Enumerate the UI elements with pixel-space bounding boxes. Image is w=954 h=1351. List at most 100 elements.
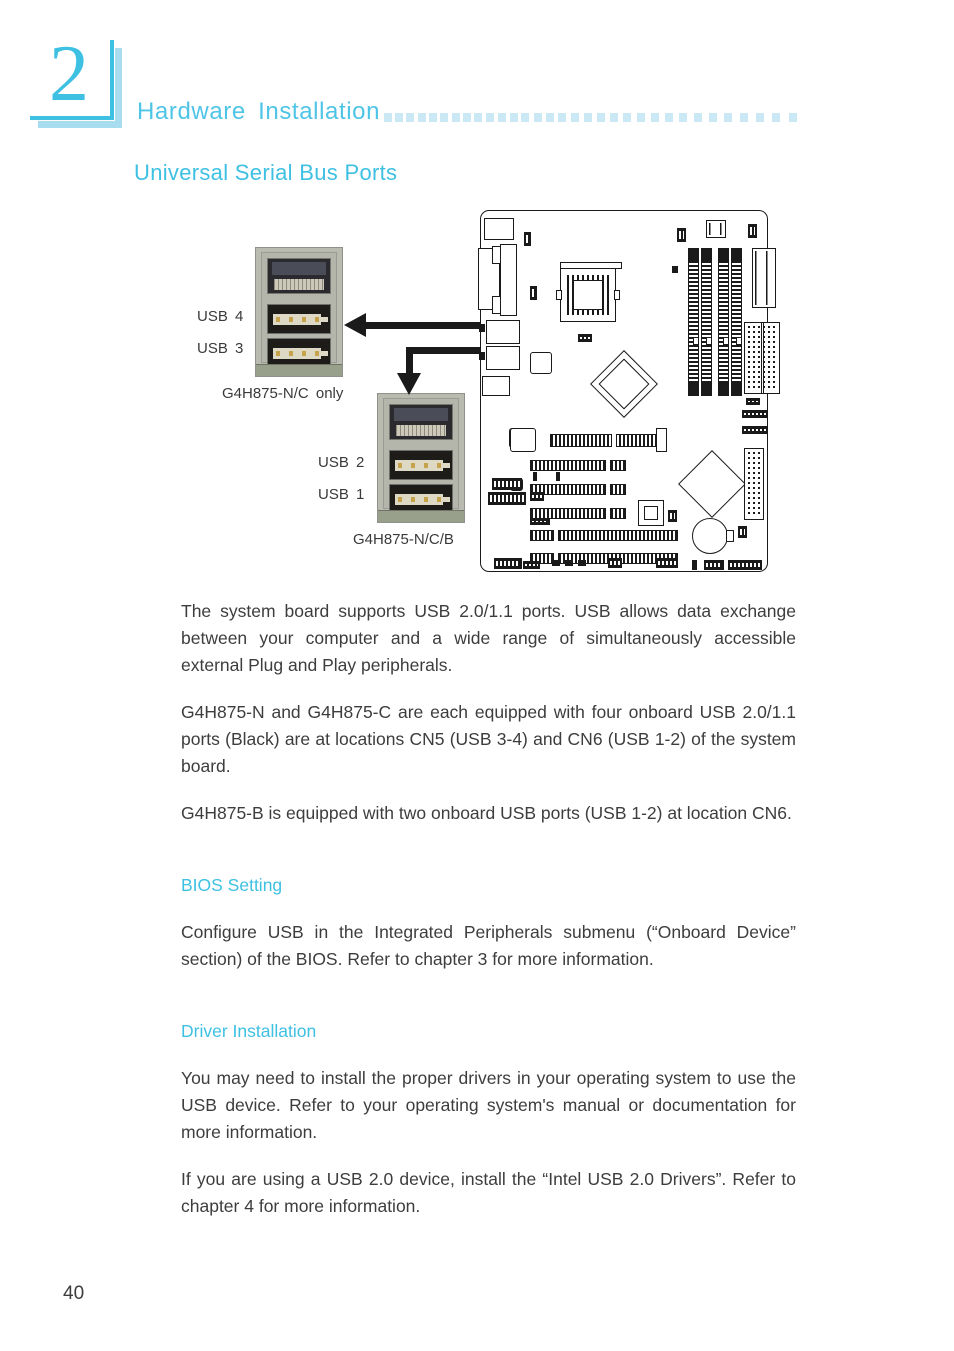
driver-installation-heading: Driver Installation xyxy=(181,1021,317,1041)
header-dot xyxy=(545,113,554,122)
header-dot xyxy=(570,113,579,122)
page-title: Universal Serial Bus Ports xyxy=(134,160,398,185)
header-dot xyxy=(462,113,471,122)
io-usb-stack-cn5 xyxy=(486,320,520,344)
header-dot xyxy=(664,113,673,122)
atx-power-connector xyxy=(752,248,776,308)
page-number: 40 xyxy=(63,1283,85,1304)
header-dot xyxy=(533,113,542,122)
header-dot xyxy=(650,113,659,122)
io-ps2-connector xyxy=(484,218,514,240)
io-marker-upper xyxy=(479,324,485,332)
header-dot xyxy=(709,113,718,122)
chapter-number-badge: 2 xyxy=(30,30,122,128)
front-audio-connector xyxy=(488,492,526,505)
wake-header xyxy=(530,518,550,525)
battery-tab xyxy=(726,530,734,542)
header-dot xyxy=(724,113,733,122)
cpu-socket-lever-left xyxy=(556,290,562,300)
usb-ports-figure: USB 4 USB 3 G4H875-N/C only USB 2 USB 1 … xyxy=(0,195,954,585)
paragraph-usb-overview: The system board supports USB 2.0/1.1 po… xyxy=(181,601,796,675)
paragraph-driver-install: You may need to install the proper drive… xyxy=(181,1068,796,1142)
paragraph-usb20-drivers: If you are using a USB 2.0 device, insta… xyxy=(181,1169,796,1216)
usb-bottom-caption: G4H875-N/C/B xyxy=(353,531,454,548)
header-dot xyxy=(395,113,404,122)
usb-port-upper-icon xyxy=(267,304,331,334)
dimm-slot-2 xyxy=(701,248,712,396)
callout-arrow-top-shaft xyxy=(366,322,483,329)
usb-port-photo-top xyxy=(255,247,343,377)
lan-port-icon xyxy=(389,404,453,440)
header-dot xyxy=(679,113,688,122)
header-dot xyxy=(636,113,645,122)
atx-12v-connector xyxy=(706,220,726,238)
header-dot xyxy=(596,113,605,122)
header-dot xyxy=(772,113,781,122)
chapter-header: 2 Hardware Installation xyxy=(0,0,954,150)
bottom-marker xyxy=(692,560,697,570)
callout-arrow-top-head xyxy=(344,313,366,337)
dimm-slot-1 xyxy=(688,248,699,396)
header-right-1 xyxy=(742,410,768,418)
bottom-jumper-1 xyxy=(552,560,560,566)
header-dot xyxy=(497,113,506,122)
front-panel-audio-header xyxy=(492,478,522,490)
header-dot xyxy=(451,113,460,122)
header-dot xyxy=(428,113,437,122)
fdd-connector xyxy=(746,398,760,405)
paragraph-bios-setting: Configure USB in the Integrated Peripher… xyxy=(181,922,796,969)
dimm-slot-3 xyxy=(718,248,729,396)
ir-header xyxy=(728,560,762,570)
cmos-battery xyxy=(692,518,728,554)
header-dot xyxy=(406,113,415,122)
southbridge-marker xyxy=(668,510,677,522)
port-base xyxy=(378,510,464,522)
usb4-label: USB 4 xyxy=(197,308,244,325)
usb2-label: USB 2 xyxy=(318,454,365,471)
southbridge-chip xyxy=(638,500,664,526)
header-right-2 xyxy=(742,426,768,434)
speaker-header xyxy=(523,561,540,569)
usb1-label: USB 1 xyxy=(318,486,365,503)
io-audio-jacks xyxy=(482,376,510,396)
front-panel-header xyxy=(494,558,522,569)
cd-in-header xyxy=(530,492,544,501)
cpu-socket-lever-right xyxy=(614,290,620,300)
bottom-jumper-3 xyxy=(578,560,586,566)
pci-slot-4 xyxy=(530,530,678,541)
header-dot xyxy=(417,113,426,122)
header-right-3 xyxy=(738,526,747,538)
fan-header-aux xyxy=(748,224,757,238)
board-marker-right xyxy=(672,266,678,273)
serial-header xyxy=(704,560,724,570)
agp-retention-clip xyxy=(656,428,667,452)
chapter-number: 2 xyxy=(49,30,89,118)
super-io-chip xyxy=(530,352,552,374)
io-marker-lower xyxy=(479,352,485,360)
pci-marker-b xyxy=(556,472,560,481)
callout-arrow-bottom-head xyxy=(397,373,421,395)
jumper-j2 xyxy=(530,286,537,300)
header-dot xyxy=(486,113,495,122)
header-dot xyxy=(694,113,702,122)
header-dot xyxy=(583,113,592,122)
ide-connector-primary xyxy=(744,322,780,394)
jumper-j1 xyxy=(524,232,531,246)
lan-port-icon xyxy=(267,258,331,294)
header-dot xyxy=(623,113,632,122)
usb-header-cn8 xyxy=(656,558,678,568)
ide-connector-secondary xyxy=(744,448,764,520)
usb-top-caption: G4H875-N/C only xyxy=(222,385,344,402)
bios-setting-heading: BIOS Setting xyxy=(181,875,283,895)
usb-port-photo-bottom xyxy=(377,393,465,523)
header-dotted-rule xyxy=(384,113,800,125)
paragraph-two-port-model: G4H875-B is equipped with two onboard US… xyxy=(181,803,792,823)
header-dot xyxy=(558,113,567,122)
bottom-jumper-2 xyxy=(565,560,573,566)
paragraph-four-port-models: G4H875-N and G4H875-C are each equipped … xyxy=(181,702,796,776)
header-dot xyxy=(740,113,749,122)
io-usb-stack-cn6 xyxy=(486,346,520,370)
fan-header-sys xyxy=(677,228,686,242)
io-lan-usb-stack-upper xyxy=(500,244,517,316)
usb-header-cn7 xyxy=(608,558,622,568)
